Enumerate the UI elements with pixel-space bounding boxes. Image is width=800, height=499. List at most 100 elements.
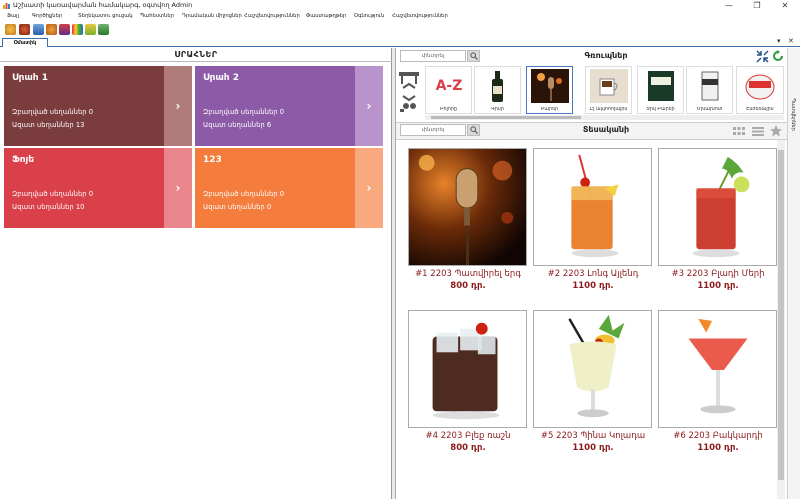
bar-photo-icon	[531, 69, 569, 103]
palette-icon[interactable]	[72, 24, 83, 35]
az-icon: A-Z	[435, 78, 463, 94]
hall-reserved-count: Զբաղված սեղաններ 0	[203, 190, 285, 198]
product-price: 1100 դր.	[697, 281, 739, 291]
hall-reserved-count: Զբաղված սեղաններ 0	[12, 190, 94, 198]
dish-icon[interactable]	[19, 24, 30, 35]
product-name: #3 2203 Բլադի Մերի	[671, 269, 765, 279]
category-all[interactable]: A-Z Բոլորը	[425, 66, 472, 114]
chevron-right-icon[interactable]: ›	[164, 66, 192, 146]
cocktail-photo	[658, 148, 777, 266]
app-icon	[3, 3, 10, 9]
close-button[interactable]: ✕	[772, 0, 798, 11]
groups-title: Գռուպներ	[584, 51, 628, 60]
search-icon[interactable]	[467, 50, 480, 62]
items-title: Տեսականի	[582, 125, 630, 134]
category-label: Էնժեռային	[746, 107, 774, 112]
tab-list-button[interactable]: ▾	[777, 37, 781, 45]
category-label: Բարեր	[540, 107, 559, 112]
product-card[interactable]: #5 2203 Պինա Կոլադա 1100 դր.	[531, 310, 653, 460]
chart-icon[interactable]	[33, 24, 44, 35]
food-icon[interactable]	[5, 24, 16, 35]
hall-reserved-count: Զբաղված սեղաններ 0	[12, 108, 94, 116]
menu-reports-2[interactable]: Հաշվետվություններ	[392, 13, 448, 19]
cocktail-photo	[408, 310, 527, 428]
cocktail-photo	[658, 310, 777, 428]
books-icon[interactable]	[59, 24, 70, 35]
hall-tile[interactable]: Սրահ 1 Զբաղված սեղաններ 0 Ազատ սեղաններ …	[4, 66, 192, 146]
grandio-icon	[648, 71, 674, 101]
star-icon[interactable]	[769, 124, 783, 138]
minimize-button[interactable]: —	[716, 0, 742, 11]
cigarette-pack-icon	[701, 71, 719, 101]
chevron-right-icon[interactable]: ›	[355, 148, 383, 228]
bread-icon[interactable]	[46, 24, 57, 35]
product-name: #4 2203 Բլեք ռաշն	[425, 431, 511, 441]
category-scrollbar[interactable]	[425, 115, 784, 120]
tab-main[interactable]: Օմատիկ	[2, 38, 48, 47]
category-energy[interactable]: Էնժեռային	[736, 66, 784, 114]
tab-close-button[interactable]: ✕	[788, 37, 794, 45]
document-tab-row: Օմատիկ ▾ ✕	[0, 37, 800, 47]
products-scroll-thumb[interactable]	[778, 150, 784, 480]
collapse-icon[interactable]	[756, 50, 769, 63]
menu-catalog[interactable]: Տեղեկատու ցուցակ	[78, 13, 133, 19]
products-scrollbar[interactable]	[777, 140, 785, 499]
cup-icon	[590, 69, 628, 103]
product-price: 1100 դր.	[697, 443, 739, 453]
kinder-icon	[745, 74, 775, 100]
hall-tile[interactable]: Սրահ 2 Զբաղված սեղաններ 0 Ազատ սեղաններ …	[195, 66, 383, 146]
title-bar: Աշխատի կառավարման համակարգ, օգտվող Admin…	[0, 0, 800, 11]
chevron-right-icon[interactable]: ›	[164, 148, 192, 228]
item-search-input[interactable]: փնտրել	[400, 124, 466, 136]
tools-icon[interactable]	[85, 24, 96, 35]
refresh-icon[interactable]	[772, 50, 784, 62]
category-tobacco[interactable]: Ծխախոտ	[686, 66, 733, 114]
product-card[interactable]: #1 2203 Պատվիրել երգ 800 դր.	[406, 148, 528, 298]
category-label: Ծխախոտ	[696, 107, 723, 112]
menu-documents[interactable]: Փաստաթղթեր	[306, 13, 346, 19]
product-name: #1 2203 Պատվիրել երգ	[415, 269, 521, 279]
menu-tools[interactable]: Գործիքներ	[32, 13, 62, 19]
category-non-alcoholic[interactable]: Ըլ ալկոհոլային	[585, 66, 632, 114]
menu-help[interactable]: Օգնություն	[354, 13, 384, 19]
wine-bottle-icon	[492, 71, 503, 102]
product-card[interactable]: #3 2203 Բլադի Մերի 1100 դր.	[656, 148, 778, 298]
category-scroll-thumb[interactable]	[431, 116, 581, 119]
menu-bar: Ֆայլ Գործիքներ Տեղեկատու ցուցակ Պահեստնե…	[0, 12, 800, 22]
hall-name: 123	[203, 155, 222, 165]
menu-file[interactable]: Ֆայլ	[7, 13, 19, 19]
menu-reports[interactable]: Հաշվետվություններ	[244, 13, 300, 19]
category-bars[interactable]: Բարեր	[526, 66, 573, 114]
category-cold-bars[interactable]: Ցիկ Բարեր	[637, 66, 684, 114]
hall-tile[interactable]: Ֆոյե Զբաղված սեղաններ 0 Ազատ սեղաններ 10…	[4, 148, 192, 228]
search-icon[interactable]	[467, 124, 480, 136]
tables-icon[interactable]	[397, 66, 421, 114]
menu-money[interactable]: Դրամական միջոցներ	[182, 13, 242, 19]
product-card[interactable]: #4 2203 Բլեք ռաշն 800 դր.	[406, 310, 528, 460]
category-label: Գինի	[491, 107, 504, 112]
hall-free-count: Ազատ սեղաններ 10	[12, 203, 85, 211]
category-label: Ցիկ Բարեր	[646, 107, 675, 112]
ledger-icon[interactable]	[98, 24, 109, 35]
category-label: Բոլորը	[440, 107, 457, 112]
product-price: 1100 դր.	[572, 443, 614, 453]
category-wine[interactable]: Գինի	[474, 66, 521, 114]
maximize-button[interactable]: ❐	[744, 0, 770, 11]
hall-name: Սրահ 1	[12, 73, 48, 83]
list-view-icon[interactable]	[751, 125, 765, 137]
grid-view-icon[interactable]	[732, 125, 746, 137]
chevron-right-icon[interactable]: ›	[355, 66, 383, 146]
product-name: #5 2203 Պինա Կոլադա	[540, 431, 646, 441]
category-label: Ըլ ալկոհոլային	[589, 107, 628, 112]
hall-name: Սրահ 2	[203, 73, 239, 83]
product-card[interactable]: #6 2203 Բակկարդի 1100 դր.	[656, 310, 778, 460]
hall-tile[interactable]: 123 Զբաղված սեղաններ 0 Ազատ սեղաններ 0 ›	[195, 148, 383, 228]
product-card[interactable]: #2 2203 Լոնգ Այլենդ 1100 դր.	[531, 148, 653, 298]
group-search-input[interactable]: փնտրել	[400, 50, 466, 62]
hall-free-count: Ազատ սեղաններ 13	[12, 121, 85, 129]
product-price: 1100 դր.	[572, 281, 614, 291]
microphone-photo	[408, 148, 527, 266]
cocktail-photo	[533, 148, 652, 266]
menu-warehouses[interactable]: Պահեստներ	[140, 13, 174, 19]
orders-side-tab[interactable]: Պատվերներ	[787, 48, 800, 499]
